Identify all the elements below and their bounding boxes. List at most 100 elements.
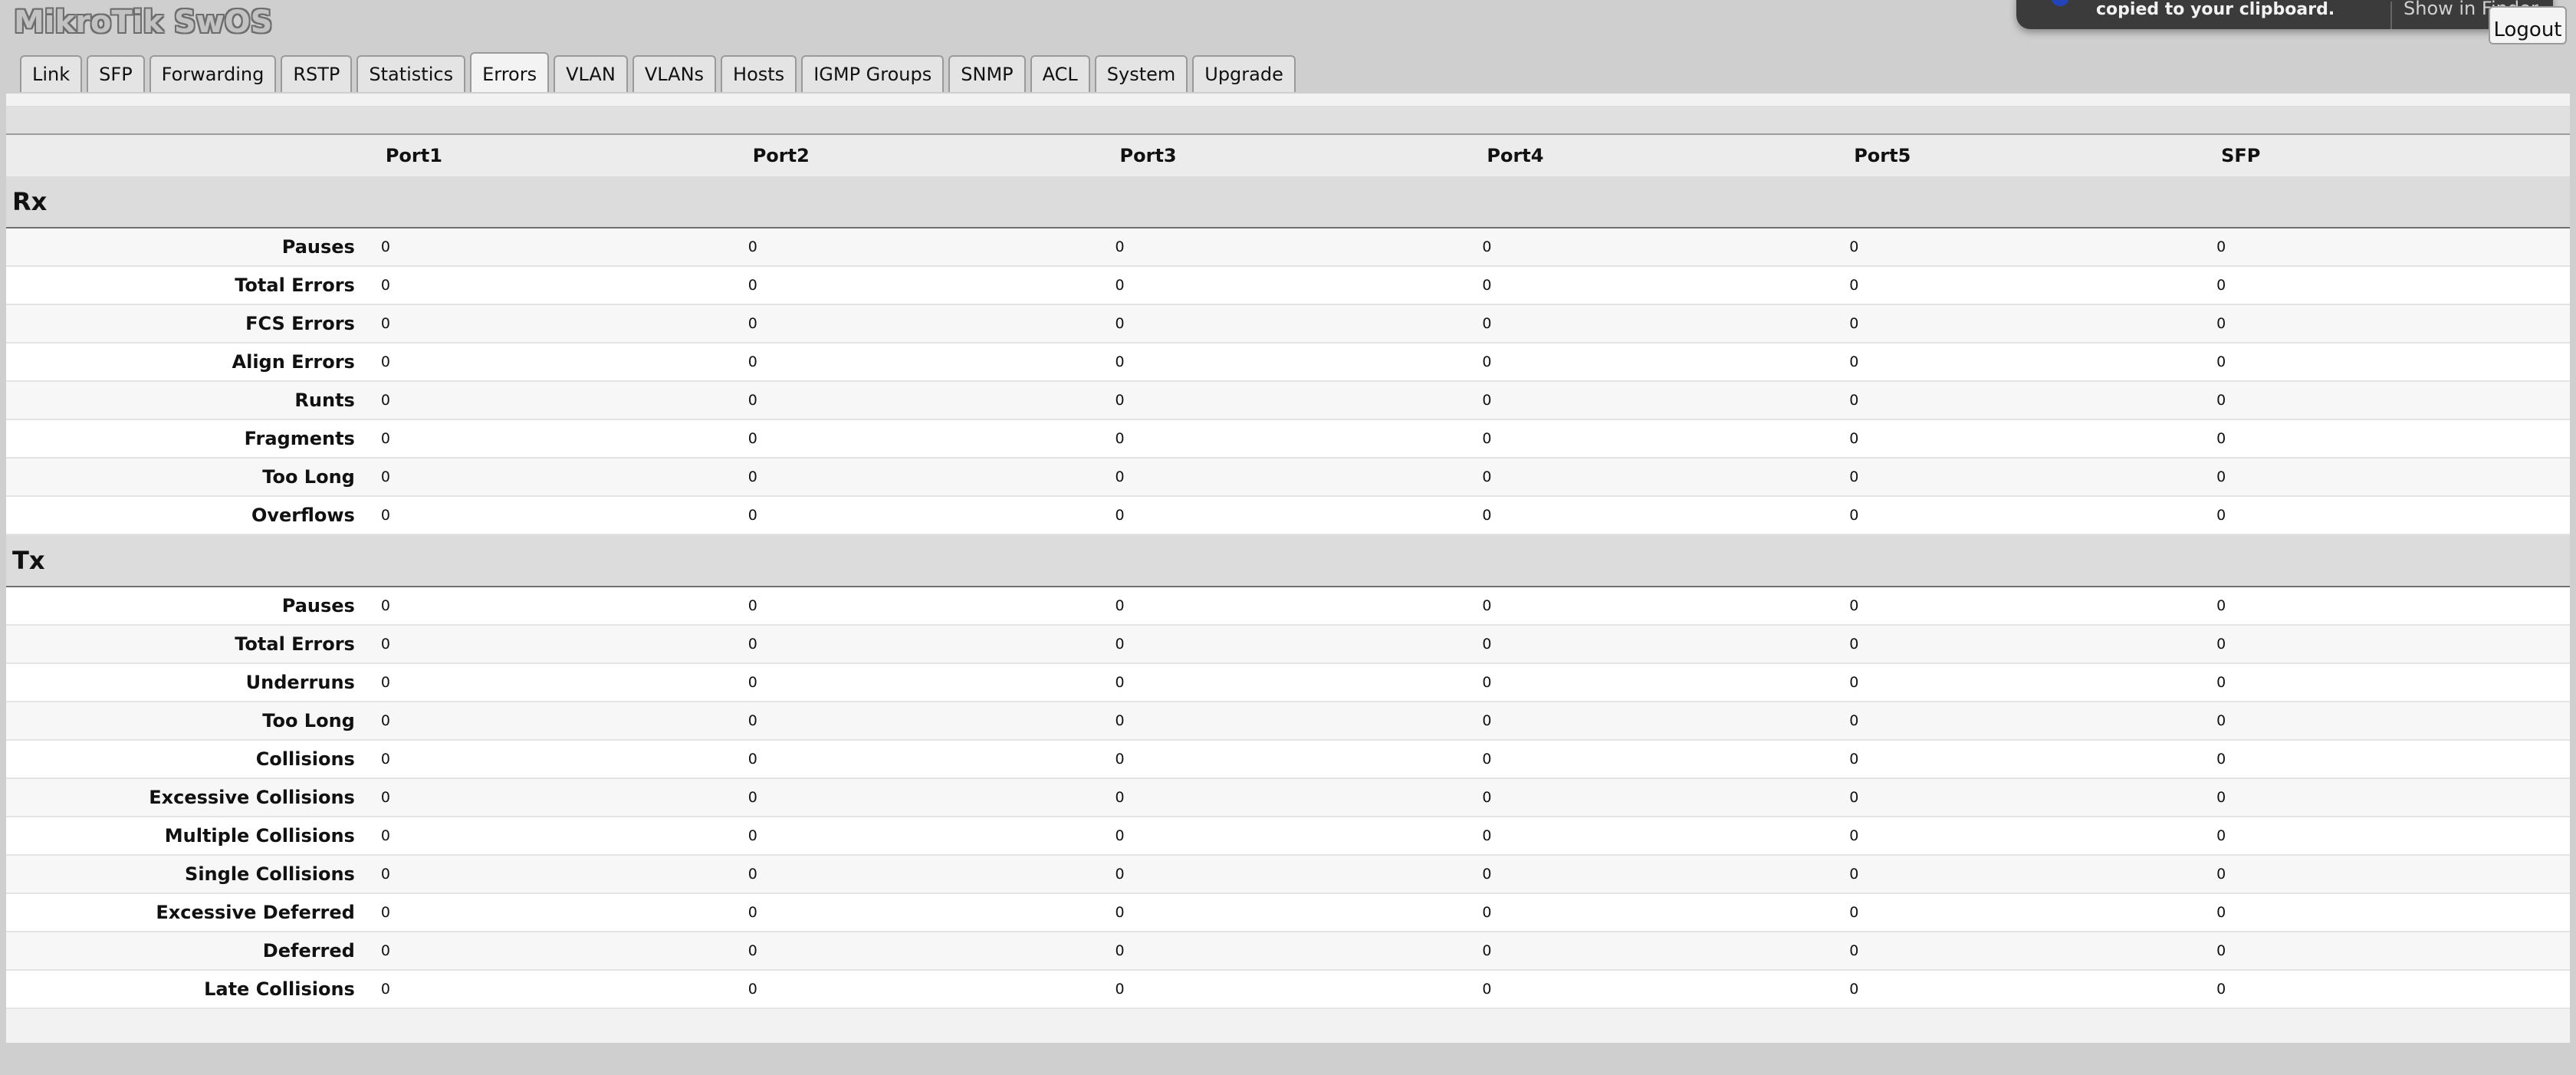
- app-logo-title: MikroTik SwOS: [14, 5, 273, 40]
- column-header-port4: Port4: [1468, 133, 1836, 176]
- counter-value: 0: [1468, 587, 1836, 626]
- counter-value: 0: [2203, 740, 2570, 779]
- tab-igmp-groups[interactable]: IGMP Groups: [801, 55, 945, 92]
- counter-value: 0: [2203, 419, 2570, 459]
- tab-rstp[interactable]: RSTP: [281, 55, 353, 92]
- counter-value: 0: [1101, 496, 1469, 535]
- counter-value: 0: [734, 419, 1102, 459]
- column-header-port1: Port1: [366, 133, 734, 176]
- notification-app-icon: [2052, 0, 2068, 6]
- counter-value: 0: [366, 266, 734, 305]
- counter-value: 0: [366, 893, 734, 932]
- counter-value: 0: [2203, 702, 2570, 741]
- tab-snmp[interactable]: SNMP: [948, 55, 1026, 92]
- counter-value: 0: [1835, 663, 2203, 702]
- counter-value: 0: [1835, 778, 2203, 817]
- counter-value: 0: [2203, 496, 2570, 535]
- table-row: Pauses 0 0 0 0 0 0: [6, 587, 2570, 626]
- table-row: Pauses 0 0 0 0 0 0: [6, 228, 2570, 267]
- tab-acl[interactable]: ACL: [1030, 55, 1090, 92]
- tab-sfp[interactable]: SFP: [87, 55, 145, 92]
- tab-vlan[interactable]: VLAN: [554, 55, 628, 92]
- row-label: Total Errors: [6, 266, 367, 305]
- row-label: Runts: [6, 381, 367, 420]
- counter-value: 0: [1835, 817, 2203, 856]
- counter-value: 0: [366, 496, 734, 535]
- notification-message: copied to your clipboard.: [2096, 0, 2335, 19]
- table-row: Late Collisions 0 0 0 0 0 0: [6, 970, 2570, 1009]
- counter-value: 0: [2203, 663, 2570, 702]
- counter-value: 0: [1101, 663, 1469, 702]
- counter-value: 0: [734, 625, 1102, 664]
- counter-value: 0: [2203, 228, 2570, 267]
- tab-system[interactable]: System: [1094, 55, 1188, 92]
- table-row: Excessive Collisions 0 0 0 0 0 0: [6, 778, 2570, 817]
- counter-value: 0: [1468, 228, 1836, 267]
- counter-value: 0: [734, 304, 1102, 344]
- tab-hosts[interactable]: Hosts: [721, 55, 797, 92]
- counter-value: 0: [2203, 625, 2570, 664]
- counter-value: 0: [1101, 458, 1469, 497]
- table-row: FCS Errors 0 0 0 0 0 0: [6, 304, 2570, 344]
- counter-value: 0: [734, 458, 1102, 497]
- table-row: Deferred 0 0 0 0 0 0: [6, 932, 2570, 971]
- counter-value: 0: [1835, 266, 2203, 305]
- row-label: Too Long: [6, 702, 367, 741]
- counter-value: 0: [1835, 970, 2203, 1009]
- column-header-port3: Port3: [1101, 133, 1469, 176]
- counter-value: 0: [734, 663, 1102, 702]
- tab-statistics[interactable]: Statistics: [356, 55, 466, 92]
- row-label: Overflows: [6, 496, 367, 535]
- counter-value: 0: [1101, 587, 1469, 626]
- counter-value: 0: [2203, 817, 2570, 856]
- row-label: Underruns: [6, 663, 367, 702]
- table-row: Collisions 0 0 0 0 0 0: [6, 740, 2570, 779]
- counter-value: 0: [366, 304, 734, 344]
- counter-value: 0: [366, 419, 734, 459]
- counter-value: 0: [1101, 266, 1469, 305]
- counter-value: 0: [1468, 381, 1836, 420]
- counter-value: 0: [2203, 932, 2570, 971]
- tab-link[interactable]: Link: [20, 55, 83, 92]
- row-label: Fragments: [6, 419, 367, 459]
- section-title: Rx: [6, 176, 2570, 228]
- counter-value: 0: [366, 458, 734, 497]
- counter-value: 0: [734, 587, 1102, 626]
- counter-value: 0: [1101, 381, 1469, 420]
- counter-value: 0: [1835, 625, 2203, 664]
- logout-button[interactable]: Logout: [2489, 6, 2567, 44]
- row-label: Excessive Deferred: [6, 893, 367, 932]
- section-header-tx: Tx: [6, 534, 2570, 587]
- counter-value: 0: [1101, 740, 1469, 779]
- table-row: Overflows 0 0 0 0 0 0: [6, 496, 2570, 535]
- row-label: Single Collisions: [6, 855, 367, 894]
- counter-value: 0: [366, 932, 734, 971]
- counter-value: 0: [1101, 817, 1469, 856]
- counter-value: 0: [1835, 381, 2203, 420]
- toolbar-strip: [6, 106, 2570, 133]
- counter-value: 0: [734, 855, 1102, 894]
- row-label: Align Errors: [6, 343, 367, 382]
- counter-value: 0: [734, 970, 1102, 1009]
- tab-vlans[interactable]: VLANs: [632, 55, 717, 92]
- counter-value: 0: [1468, 932, 1836, 971]
- counter-value: 0: [1468, 855, 1836, 894]
- table-row: Total Errors 0 0 0 0 0 0: [6, 266, 2570, 305]
- section-title: Tx: [6, 534, 2570, 587]
- counter-value: 0: [2203, 381, 2570, 420]
- counter-value: 0: [1835, 740, 2203, 779]
- counter-value: 0: [1468, 419, 1836, 459]
- row-label: Collisions: [6, 740, 367, 779]
- tab-errors[interactable]: Errors: [470, 52, 550, 92]
- tab-forwarding[interactable]: Forwarding: [149, 55, 277, 92]
- counter-value: 0: [1101, 893, 1469, 932]
- counter-value: 0: [1101, 419, 1469, 459]
- tab-upgrade[interactable]: Upgrade: [1192, 55, 1296, 92]
- tab-bar: Link SFP Forwarding RSTP Statistics Errors VLA…: [20, 52, 1296, 92]
- counter-value: 0: [2203, 458, 2570, 497]
- counter-value: 0: [2203, 893, 2570, 932]
- row-label: Deferred: [6, 932, 367, 971]
- clipboard-notification: copied to your clipboard. Show in Finder: [2016, 0, 2553, 29]
- counter-value: 0: [366, 587, 734, 626]
- counter-value: 0: [1101, 778, 1469, 817]
